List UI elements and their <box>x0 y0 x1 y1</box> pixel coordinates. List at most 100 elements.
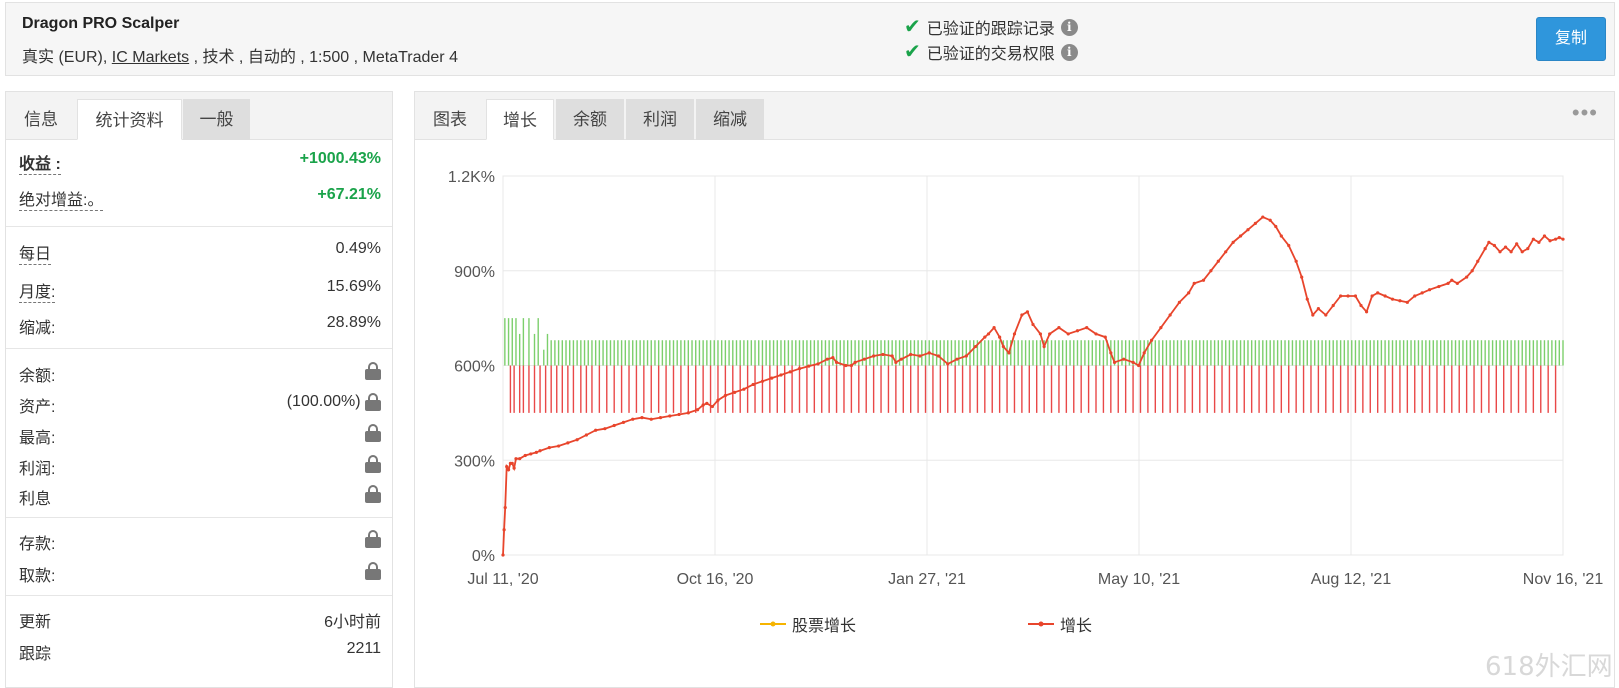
tab-chart[interactable]: 图表 <box>415 99 485 140</box>
stat-label: 更新 <box>19 614 52 631</box>
growth-point <box>1012 332 1017 336</box>
growth-point <box>1253 221 1257 225</box>
stat-withdrawals: 取款: <box>19 562 381 592</box>
divider <box>6 517 392 518</box>
lock-icon <box>365 562 381 580</box>
growth-point <box>575 438 579 442</box>
growth-point <box>1085 326 1089 330</box>
stat-label: 利息 <box>19 491 52 508</box>
stat-value: +67.21% <box>317 186 381 203</box>
copy-button[interactable]: 复制 <box>1536 17 1606 61</box>
growth-point <box>1294 259 1298 263</box>
broker-link[interactable]: IC Markets <box>112 49 189 66</box>
growth-point <box>584 433 588 437</box>
growth-point <box>1465 275 1469 279</box>
growth-point <box>1398 299 1402 303</box>
growth-point <box>918 354 922 358</box>
growth-point <box>518 457 522 461</box>
growth-point <box>1025 310 1030 314</box>
growth-point <box>983 335 987 339</box>
growth-point <box>529 452 533 456</box>
growth-point <box>510 461 514 466</box>
growth-point <box>1112 360 1117 364</box>
stat-label: 利润: <box>19 461 56 478</box>
stat-profit: 利润: <box>19 455 381 485</box>
tab-profit[interactable]: 利润 <box>626 99 694 140</box>
growth-point <box>501 553 505 557</box>
growth-point <box>1557 235 1561 240</box>
growth-point <box>742 387 746 391</box>
growth-point <box>701 403 705 407</box>
growth-point <box>1515 242 1519 246</box>
growth-point <box>1492 243 1497 248</box>
growth-point <box>1159 326 1163 330</box>
growth-point <box>909 352 913 357</box>
growth-point <box>1316 307 1320 311</box>
y-tick-label: 1.2K% <box>448 169 495 186</box>
growth-point <box>710 404 715 409</box>
legend-growth[interactable]: 增长 <box>1028 612 1092 636</box>
growth-point <box>1331 303 1335 308</box>
growth-point <box>1561 237 1565 241</box>
growth-point <box>547 446 551 450</box>
legend-label: 增长 <box>1060 618 1093 635</box>
growth-point <box>640 416 644 420</box>
verified-track-record: ✔ 已验证的跟踪记录 i <box>904 15 1078 39</box>
tab-growth[interactable]: 增长 <box>486 99 554 140</box>
tab-drawdown[interactable]: 缩减 <box>696 99 764 140</box>
growth-point <box>503 506 507 510</box>
system-header: Dragon PRO Scalper 真实 (EUR), IC Markets … <box>5 2 1615 76</box>
x-tick-label: Jan 27, '21 <box>888 571 966 588</box>
growth-point <box>1526 247 1530 251</box>
stat-label: 缩减: <box>19 320 56 337</box>
growth-point <box>1007 351 1011 355</box>
growth-point <box>1066 332 1070 336</box>
x-tick-label: Oct 16, '20 <box>677 571 754 588</box>
growth-point <box>1450 278 1454 282</box>
growth-point <box>1109 351 1113 355</box>
growth-point <box>1498 250 1502 254</box>
growth-point <box>1420 291 1424 295</box>
tab-info[interactable]: 信息 <box>6 99 76 140</box>
growth-point <box>705 401 709 405</box>
growth-point <box>825 357 829 361</box>
info-icon[interactable]: i <box>1060 18 1078 36</box>
chart-tabbar: 图表 增长 余额 利润 缩减 ••• <box>415 92 1614 140</box>
growth-point <box>512 466 516 470</box>
more-dots-icon[interactable]: ••• <box>1572 100 1598 126</box>
growth-point <box>1346 294 1350 298</box>
growth-point <box>751 382 755 387</box>
growth-point <box>1187 291 1191 295</box>
verified-trading-privileges: ✔ 已验证的交易权限 i <box>904 40 1078 64</box>
divider <box>6 226 392 227</box>
tab-balance[interactable]: 余额 <box>556 99 624 140</box>
growth-point <box>1224 250 1228 254</box>
y-tick-label: 900% <box>454 264 495 281</box>
growth-point <box>844 363 848 368</box>
info-icon[interactable]: i <box>1060 43 1078 61</box>
stat-gain: 收益 : +1000.43% <box>19 150 381 180</box>
check-icon: ✔ <box>904 16 921 38</box>
stat-tracking: 跟踪 2211 <box>19 640 381 670</box>
legend-growth-marker <box>1028 621 1054 627</box>
growth-point <box>1470 269 1474 273</box>
tab-statistics[interactable]: 统计资料 <box>77 99 182 140</box>
legend-equity-growth[interactable]: 股票增长 <box>760 612 856 636</box>
growth-point <box>1209 269 1213 273</box>
growth-point <box>964 354 968 358</box>
watermark: 618外汇网 <box>1485 652 1613 682</box>
growth-point <box>1548 239 1552 243</box>
growth-point <box>1476 259 1480 263</box>
growth-point <box>1142 351 1146 355</box>
system-details: 真实 (EUR), IC Markets , 技术 , 自动的 , 1:500 … <box>22 43 458 67</box>
growth-point <box>973 344 978 349</box>
growth-point <box>1020 313 1024 317</box>
growth-point <box>1042 344 1046 349</box>
growth-point <box>1031 322 1035 327</box>
stats-panel: 信息 统计资料 一般 收益 : +1000.43% 绝对增益:。 +67.21%… <box>5 91 393 688</box>
growth-point <box>506 468 511 472</box>
growth-point <box>1390 297 1395 301</box>
tab-general[interactable]: 一般 <box>183 99 250 140</box>
growth-point <box>1001 344 1005 349</box>
growth-point <box>1038 332 1043 336</box>
